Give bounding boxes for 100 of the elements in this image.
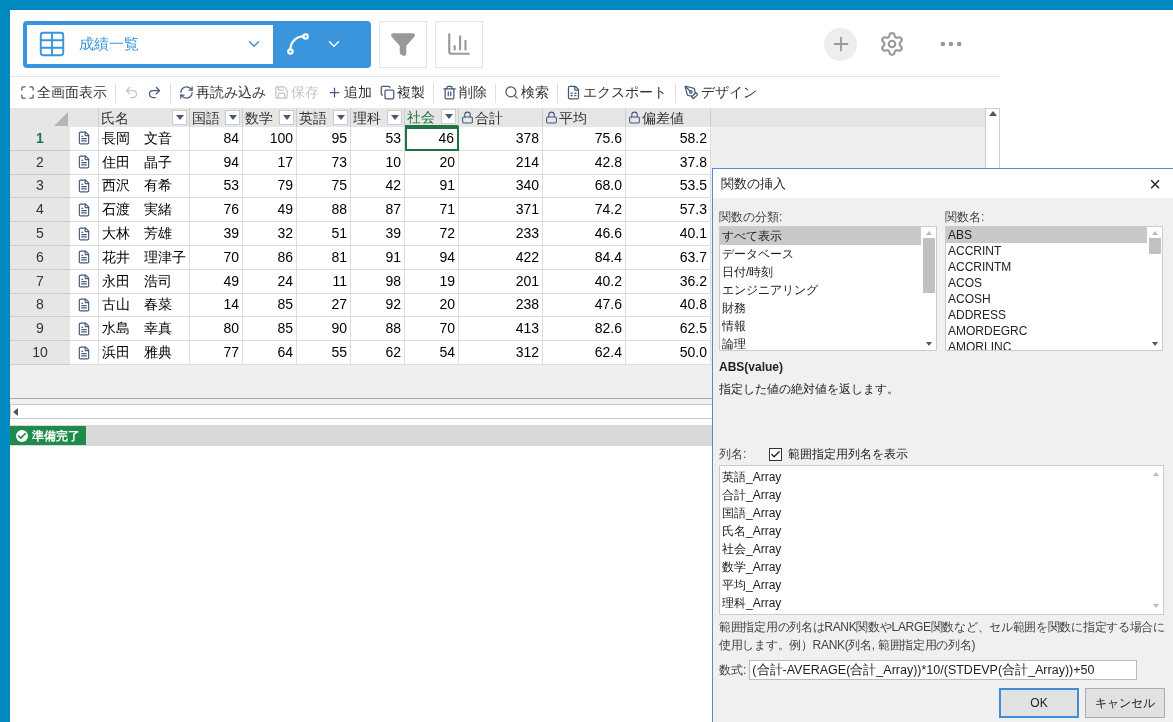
column-name-item[interactable]: 合計_Array bbox=[720, 486, 1148, 504]
document-icon[interactable] bbox=[77, 179, 91, 193]
table-cell: 住田 晶子 bbox=[99, 150, 190, 175]
table-cell: 238 bbox=[459, 293, 543, 318]
trash-button[interactable]: 削除 bbox=[438, 82, 491, 103]
column-label: 列名: bbox=[719, 446, 748, 463]
category-item[interactable]: 情報 bbox=[720, 317, 921, 335]
table-cell: 371 bbox=[459, 198, 543, 223]
table-cell: 40.8 bbox=[626, 293, 711, 318]
column-name-item[interactable]: 英語_Array bbox=[720, 468, 1148, 486]
copy-button[interactable]: 複製 bbox=[376, 82, 429, 103]
table-cell: 92 bbox=[351, 293, 405, 318]
table-cell: 49 bbox=[243, 198, 297, 223]
formula-field[interactable]: (合計-AVERAGE(合計_Array))*10/(STDEVP(合計_Array))+50 bbox=[749, 660, 1138, 680]
dialog-title: 関数の挿入 bbox=[721, 174, 787, 193]
function-item[interactable]: ACOS bbox=[946, 275, 1147, 291]
table-cell: 90 bbox=[297, 317, 351, 342]
table-cell: 42 bbox=[351, 174, 405, 199]
table-cell: 古山 春菜 bbox=[99, 293, 190, 318]
table-cell: 94 bbox=[405, 246, 459, 270]
table-cell: 51 bbox=[297, 222, 351, 246]
document-icon[interactable] bbox=[77, 345, 91, 360]
table-cell: 50.0 bbox=[626, 341, 711, 365]
dropdown-icon[interactable] bbox=[225, 110, 240, 125]
table-cell: 85 bbox=[243, 317, 297, 342]
table-cell: 長岡 文音 bbox=[99, 127, 190, 151]
column-name-item[interactable]: 社会_Array bbox=[720, 540, 1148, 558]
table-cell: 石渡 実緒 bbox=[99, 198, 190, 223]
filter-button[interactable] bbox=[379, 20, 427, 68]
category-item[interactable]: 財務 bbox=[720, 299, 921, 317]
table-cell: 87 bbox=[351, 198, 405, 223]
table-cell: 11 bbox=[297, 269, 351, 294]
dialog-button[interactable]: キャンセル bbox=[1085, 688, 1165, 718]
add-button[interactable] bbox=[824, 27, 857, 61]
spreadsheet-button[interactable]: エクスポート bbox=[562, 82, 671, 103]
dialog-button[interactable]: OK bbox=[999, 688, 1079, 718]
function-item[interactable]: AMORDEGRC bbox=[946, 323, 1147, 339]
table-cell: 82.6 bbox=[543, 317, 626, 342]
column-name-item[interactable]: 国語_Array bbox=[720, 504, 1148, 522]
document-icon[interactable] bbox=[77, 297, 91, 312]
column-name-item[interactable]: 理科_Array bbox=[720, 594, 1148, 612]
table-cell: 98 bbox=[351, 269, 405, 294]
document-icon[interactable] bbox=[77, 321, 91, 336]
document-icon[interactable] bbox=[77, 274, 91, 289]
table-cell: 36.2 bbox=[626, 269, 711, 294]
function-item[interactable]: ADDRESS bbox=[946, 307, 1147, 323]
column-name-item[interactable]: 氏名_Array bbox=[720, 522, 1148, 540]
category-item[interactable]: データベース bbox=[720, 245, 921, 263]
category-item[interactable]: 論理 bbox=[720, 335, 921, 350]
save-icon bbox=[274, 85, 289, 100]
function-item[interactable]: ACCRINT bbox=[946, 243, 1147, 259]
table-cell: 86 bbox=[243, 246, 297, 270]
document-icon[interactable] bbox=[77, 226, 91, 241]
dropdown-icon[interactable] bbox=[441, 109, 456, 124]
bar-chart-icon bbox=[446, 31, 472, 57]
close-button[interactable]: × bbox=[1149, 173, 1161, 194]
function-item[interactable]: ABS bbox=[946, 227, 1147, 243]
category-item[interactable]: エンジニアリング bbox=[720, 281, 921, 299]
document-icon[interactable] bbox=[77, 131, 91, 146]
chart-button[interactable] bbox=[435, 20, 483, 68]
lock-icon bbox=[545, 111, 558, 124]
dropdown-icon[interactable] bbox=[172, 110, 187, 125]
checkbox[interactable] bbox=[769, 447, 782, 461]
document-icon[interactable] bbox=[77, 202, 91, 217]
table-cell: 40.1 bbox=[626, 222, 711, 246]
search-button[interactable]: 検索 bbox=[500, 82, 553, 103]
table-cell: 70 bbox=[190, 246, 243, 270]
table-cell: 201 bbox=[459, 269, 543, 294]
pen-button[interactable]: デザイン bbox=[680, 82, 761, 103]
help-note: 範囲指定用の列名はRANK関数やLARGE関数など、セル範囲を関数に指定する場合に使用します。例）RANK(列名, 範囲指定用の列名) bbox=[719, 619, 1166, 654]
table-cell: 84.4 bbox=[543, 246, 626, 270]
column-name-item[interactable]: 数学_Array bbox=[720, 558, 1148, 576]
reload-button[interactable]: 再読み込み bbox=[175, 82, 270, 103]
settings-icon[interactable] bbox=[879, 31, 905, 57]
search-icon bbox=[504, 85, 519, 100]
table-cell: 94 bbox=[190, 150, 243, 175]
table-cell: 53 bbox=[351, 127, 405, 151]
function-item[interactable]: ACCRINTM bbox=[946, 259, 1147, 275]
row-number: 2 bbox=[10, 150, 70, 175]
column-name-item[interactable]: 平均_Array bbox=[720, 576, 1148, 594]
function-item[interactable]: ACOSH bbox=[946, 291, 1147, 307]
document-icon[interactable] bbox=[77, 250, 91, 265]
fullscreen-button[interactable]: 全画面表示 bbox=[16, 82, 111, 103]
dropdown-icon[interactable] bbox=[333, 110, 348, 125]
row-number: 1 bbox=[10, 127, 70, 151]
dropdown-icon[interactable] bbox=[279, 110, 294, 125]
table-cell: 233 bbox=[459, 222, 543, 246]
document-icon[interactable] bbox=[77, 155, 91, 170]
table-cell: 46 bbox=[405, 127, 459, 151]
table-cell: 浜田 雅典 bbox=[99, 341, 190, 365]
plus-button[interactable]: 追加 bbox=[323, 82, 376, 103]
dropdown-icon[interactable] bbox=[387, 110, 402, 125]
function-label: 関数名: bbox=[945, 209, 986, 226]
category-item[interactable]: すべて表示 bbox=[720, 227, 921, 245]
table-cell: 73 bbox=[297, 150, 351, 175]
category-item[interactable]: 日付/時刻 bbox=[720, 263, 921, 281]
row-number: 4 bbox=[10, 198, 70, 223]
line-chart-icon[interactable] bbox=[285, 31, 311, 57]
table-cell: 46.6 bbox=[543, 222, 626, 246]
table-cell: 32 bbox=[243, 222, 297, 246]
